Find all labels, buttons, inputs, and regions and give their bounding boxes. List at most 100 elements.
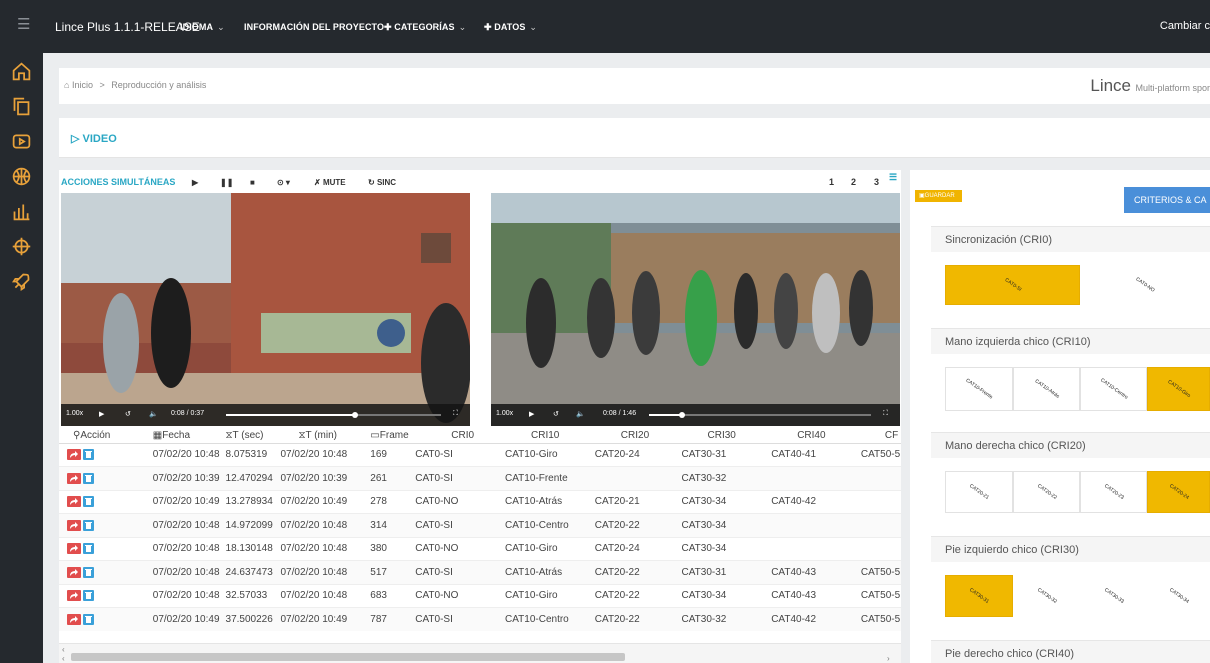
go-to-action-button[interactable]	[67, 590, 81, 602]
table-row[interactable]: 07/02/20 10:39 12.470294 07/02/20 10:39 261…	[59, 466, 901, 490]
home-icon[interactable]	[11, 61, 32, 82]
chart-icon[interactable]	[11, 201, 32, 222]
scrollbar-thumb[interactable]	[71, 653, 625, 661]
table-row[interactable]: 07/02/20 10:48 8.075319 07/02/20 10:48 169 C…	[59, 442, 901, 467]
category-cat30-33[interactable]: CAT30-33	[1080, 575, 1147, 617]
col-header-cri40[interactable]: CRI40	[765, 428, 855, 444]
menu-idioma[interactable]: IDIOMA ⌄	[180, 22, 225, 33]
delete-action-button[interactable]	[83, 566, 94, 578]
hamburger-menu-icon[interactable]: ☰	[17, 17, 33, 33]
sync-button[interactable]: ↻ SINC	[368, 178, 396, 187]
home-icon[interactable]: ⌂	[64, 80, 69, 90]
col-header-frame[interactable]: ▭Frame	[364, 428, 410, 444]
go-to-action-button[interactable]	[67, 543, 81, 555]
player-2-volume-icon[interactable]: 🔈	[576, 410, 585, 418]
category-cat0-no[interactable]: CAT0-NO	[1080, 265, 1210, 305]
category-cat0-si[interactable]: CAT0-SI	[945, 265, 1080, 305]
col-header-cri30[interactable]: CRI30	[675, 428, 766, 444]
player-1-progress-knob[interactable]	[352, 412, 358, 418]
category-cat20-22[interactable]: CAT20-22	[1013, 471, 1080, 513]
go-to-action-button[interactable]	[67, 566, 81, 578]
copy-icon[interactable]	[11, 96, 32, 117]
menu-categorias[interactable]: ✚ CATEGORÍAS ⌄	[384, 22, 466, 33]
category-cat30-34[interactable]: CAT30-34	[1147, 575, 1210, 617]
page-3-button[interactable]: 3	[874, 177, 879, 187]
scroll-left-icon[interactable]: ‹	[62, 645, 65, 654]
delete-action-button[interactable]	[83, 590, 94, 602]
video-player-2[interactable]: 1.00x ▶ ↺ 🔈 0:08 / 1:46 ⛶	[491, 193, 900, 426]
player-2-speed[interactable]: 1.00x	[496, 410, 513, 417]
col-header-cri20[interactable]: CRI20	[588, 428, 676, 444]
player-2-fullscreen-icon[interactable]: ⛶	[883, 410, 888, 418]
go-to-action-button[interactable]	[67, 613, 81, 625]
play-all-button[interactable]: ▶	[192, 178, 198, 187]
video-section-title[interactable]: ▷ VIDEO	[71, 132, 117, 145]
player-1-fullscreen-icon[interactable]: ⛶	[453, 410, 458, 418]
pause-all-button[interactable]: ❚❚	[220, 178, 233, 187]
delete-action-button[interactable]	[83, 472, 94, 484]
delete-action-button[interactable]	[83, 613, 94, 625]
change-link[interactable]: Cambiar c	[1160, 20, 1210, 32]
menu-datos[interactable]: ✚ DATOS ⌄	[484, 22, 537, 33]
player-1-volume-icon[interactable]: 🔈	[149, 410, 158, 418]
category-cat10-frente[interactable]: CAT10-Frente	[945, 367, 1013, 411]
category-cat10-centro[interactable]: CAT10-Centro	[1080, 367, 1147, 411]
page-1-button[interactable]: 1	[829, 177, 834, 187]
table-row[interactable]: 07/02/20 10:49 13.278934 07/02/20 10:49 278…	[59, 489, 901, 514]
delete-action-button[interactable]	[83, 449, 94, 461]
category-cat30-32[interactable]: CAT30-32	[1013, 575, 1080, 617]
category-cat20-21[interactable]: CAT20-21	[945, 471, 1013, 513]
horizontal-scrollbar[interactable]: ‹ ‹ ›	[59, 643, 901, 663]
col-header-tsec[interactable]: ⧖T (sec)	[219, 428, 275, 444]
col-header-cf[interactable]: CF	[854, 428, 901, 444]
stop-all-button[interactable]: ■	[250, 178, 255, 187]
player-2-progress-knob[interactable]	[679, 412, 686, 418]
go-to-action-button[interactable]	[67, 472, 81, 484]
breadcrumb-home[interactable]: Inicio	[72, 80, 93, 90]
table-row[interactable]: 07/02/20 10:48 14.972099 07/02/20 10:48 314…	[59, 513, 901, 537]
col-header-tmin[interactable]: ⧖T (min)	[274, 428, 365, 444]
col-header-cri0[interactable]: CRI0	[409, 428, 500, 444]
basketball-icon[interactable]	[11, 166, 32, 187]
cell-cri10: CAT10-Centro	[499, 607, 589, 631]
col-header-fecha[interactable]: ▦Fecha	[130, 428, 220, 444]
player-1-replay-icon[interactable]: ↺	[125, 410, 131, 418]
save-button[interactable]: ▣GUARDAR	[915, 190, 962, 202]
player-2-replay-icon[interactable]: ↺	[553, 410, 559, 418]
speed-dropdown[interactable]: ⊙ ▾	[277, 178, 290, 187]
table-row[interactable]: 07/02/20 10:48 18.130148 07/02/20 10:48 380…	[59, 536, 901, 561]
menu-informacion-proyecto[interactable]: INFORMACIÓN DEL PROYECTO	[244, 22, 384, 32]
player-1-play-button[interactable]: ▶	[99, 410, 104, 418]
delete-action-button[interactable]	[83, 543, 94, 555]
category-cat20-23[interactable]: CAT20-23	[1080, 471, 1147, 513]
col-header-cri10[interactable]: CRI10	[499, 428, 589, 444]
delete-action-button[interactable]	[83, 519, 94, 531]
category-cat10-giro[interactable]: CAT10-Giro	[1147, 367, 1210, 411]
mute-button[interactable]: ✗ MUTE	[314, 178, 346, 187]
delete-action-button[interactable]	[83, 496, 94, 508]
cell-cri30: CAT30-32	[675, 466, 766, 490]
table-row[interactable]: 07/02/20 10:49 37.500226 07/02/20 10:49 787…	[59, 607, 901, 631]
crosshair-icon[interactable]	[11, 236, 32, 257]
play-icon[interactable]	[11, 131, 32, 152]
category-cat20-24[interactable]: CAT20-24	[1147, 471, 1210, 513]
video-player-1[interactable]: 1.00x ▶ ↺ 🔈 0:08 / 0:37 ⛶	[61, 193, 470, 426]
table-row[interactable]: 07/02/20 10:48 32.57033 07/02/20 10:48 683 C…	[59, 583, 901, 608]
table-row[interactable]: 07/02/20 10:48 24.637473 07/02/20 10:48 517…	[59, 560, 901, 584]
cell-tsec: 13.278934	[219, 489, 275, 514]
player-1-speed[interactable]: 1.00x	[66, 410, 83, 417]
go-to-action-button[interactable]	[67, 519, 81, 531]
scroll-left-icon[interactable]: ‹	[62, 654, 65, 663]
go-to-action-button[interactable]	[67, 449, 81, 461]
category-cat10-atras[interactable]: CAT10-Atrás	[1013, 367, 1080, 411]
actions-table-body: 07/02/20 10:48 8.075319 07/02/20 10:48 169 C…	[59, 442, 901, 631]
col-header-accion[interactable]: ⚲Acción	[59, 428, 131, 444]
category-cat30-31[interactable]: CAT30-31	[945, 575, 1013, 617]
page-2-button[interactable]: 2	[851, 177, 856, 187]
grid-icon[interactable]: ☰	[889, 172, 897, 183]
go-to-action-button[interactable]	[67, 496, 81, 508]
scroll-right-icon[interactable]: ›	[887, 654, 890, 663]
rocket-icon[interactable]	[11, 271, 32, 292]
player-2-play-button[interactable]: ▶	[529, 410, 534, 418]
criterios-button[interactable]: CRITERIOS & CA	[1124, 187, 1210, 213]
